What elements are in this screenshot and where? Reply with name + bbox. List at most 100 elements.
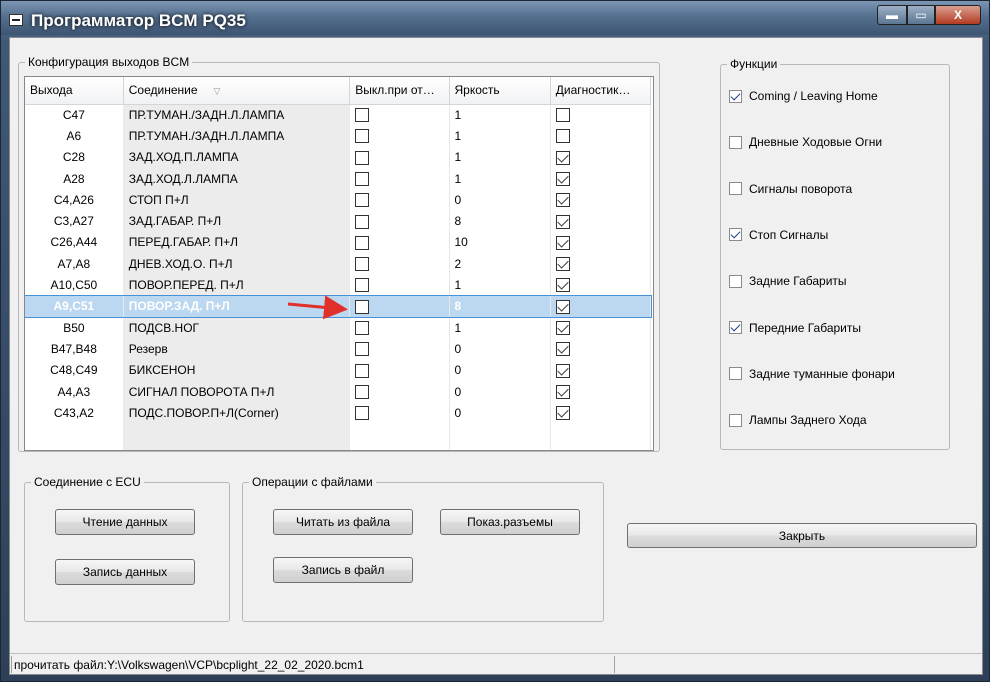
- cell-output[interactable]: A9,C51: [25, 295, 124, 317]
- cell-brightness[interactable]: 1: [449, 146, 551, 168]
- table-row[interactable]: C48,C49 БИКСЕНОН 0: [25, 359, 652, 381]
- cell-brightness[interactable]: 1: [449, 125, 551, 147]
- cell-connection[interactable]: ПР.ТУМАН./ЗАДН.Л.ЛАМПА: [123, 104, 351, 126]
- function-checkbox-item[interactable]: Стоп Сигналы: [729, 228, 828, 242]
- function-checkbox-item[interactable]: Задние Габариты: [729, 274, 847, 288]
- col-header-output[interactable]: Выхода: [25, 77, 124, 105]
- checkbox-checked[interactable]: [555, 150, 570, 165]
- checkbox[interactable]: [729, 182, 742, 196]
- table-row[interactable]: A6 ПР.ТУМАН./ЗАДН.Л.ЛАМПА 1: [25, 125, 652, 147]
- cell-output[interactable]: A28: [25, 167, 124, 190]
- cell-output[interactable]: B50: [25, 316, 124, 339]
- checkbox-checked[interactable]: [729, 228, 742, 242]
- checkbox-checked[interactable]: [555, 406, 570, 421]
- table-row[interactable]: A7,A8 ДНЕВ.ХОД.О. П+Л 2: [25, 253, 652, 275]
- checkbox[interactable]: [355, 342, 370, 357]
- outputs-table[interactable]: Выхода Соединение ▽ Выкл.при от… Яркость …: [24, 76, 654, 451]
- cell-output[interactable]: C48,C49: [25, 359, 124, 381]
- checkbox[interactable]: [555, 129, 570, 144]
- checkbox[interactable]: [355, 150, 370, 165]
- checkbox-checked[interactable]: [555, 321, 570, 336]
- checkbox[interactable]: [355, 363, 370, 378]
- checkbox-checked[interactable]: [555, 214, 570, 229]
- cell-brightness[interactable]: 1: [449, 167, 551, 190]
- col-header-off[interactable]: Выкл.при от…: [349, 77, 450, 105]
- cell-brightness[interactable]: 8: [449, 210, 551, 232]
- table-row[interactable]: A4,A3 СИГНАЛ ПОВОРОТА П+Л 0: [25, 380, 652, 403]
- cell-output[interactable]: B47,B48: [25, 338, 124, 360]
- function-checkbox-item[interactable]: Сигналы поворота: [729, 182, 852, 196]
- cell-brightness[interactable]: 2: [449, 253, 551, 275]
- col-header-diagnostics[interactable]: Диагностик…: [550, 77, 652, 105]
- cell-output[interactable]: A4,A3: [25, 380, 124, 403]
- cell-brightness[interactable]: 10: [449, 231, 551, 254]
- write-data-button[interactable]: Запись данных: [55, 559, 195, 585]
- checkbox[interactable]: [729, 413, 742, 427]
- checkbox-checked[interactable]: [555, 278, 570, 293]
- cell-connection[interactable]: ПОДС.ПОВОР.П+Л(Corner): [123, 402, 351, 424]
- table-row[interactable]: B47,B48 Резерв 0: [25, 338, 652, 360]
- title-bar[interactable]: Программатор BCM PQ35 ▬ ▭ X: [1, 1, 989, 35]
- checkbox[interactable]: [355, 129, 370, 144]
- cell-connection[interactable]: ЗАД.ХОД.Л.ЛАМПА: [123, 167, 351, 190]
- checkbox[interactable]: [355, 193, 370, 208]
- checkbox-checked[interactable]: [555, 193, 570, 208]
- cell-connection[interactable]: ЗАД.ГАБАР. П+Л: [123, 210, 351, 232]
- cell-output[interactable]: A6: [25, 125, 124, 147]
- cell-brightness[interactable]: 8: [449, 295, 551, 317]
- checkbox-checked[interactable]: [555, 257, 570, 272]
- table-row[interactable]: C4,A26 СТОП П+Л 0: [25, 189, 652, 211]
- close-window-button[interactable]: X: [935, 5, 981, 25]
- table-row[interactable]: C3,A27 ЗАД.ГАБАР. П+Л 8: [25, 210, 652, 232]
- cell-brightness[interactable]: 0: [449, 189, 551, 211]
- checkbox[interactable]: [555, 108, 570, 123]
- col-header-connection[interactable]: Соединение ▽: [123, 77, 351, 105]
- checkbox[interactable]: [355, 278, 370, 293]
- restore-button[interactable]: ▭: [907, 5, 935, 25]
- function-checkbox-item[interactable]: Coming / Leaving Home: [729, 89, 878, 103]
- cell-connection[interactable]: ПЕРЕД.ГАБАР. П+Л: [123, 231, 351, 254]
- function-checkbox-item[interactable]: Задние туманные фонари: [729, 367, 895, 381]
- minimize-button[interactable]: ▬: [877, 5, 907, 25]
- cell-output[interactable]: C43,A2: [25, 402, 124, 424]
- checkbox-checked[interactable]: [555, 171, 570, 186]
- checkbox[interactable]: [355, 299, 370, 314]
- cell-connection[interactable]: СИГНАЛ ПОВОРОТА П+Л: [123, 380, 351, 403]
- checkbox[interactable]: [355, 108, 370, 123]
- cell-output[interactable]: A7,A8: [25, 253, 124, 275]
- cell-brightness[interactable]: 0: [449, 402, 551, 424]
- function-checkbox-item[interactable]: Лампы Заднего Хода: [729, 413, 867, 427]
- cell-output[interactable]: C28: [25, 146, 124, 168]
- function-checkbox-item[interactable]: Дневные Ходовые Огни: [729, 135, 882, 149]
- checkbox[interactable]: [729, 367, 742, 381]
- system-menu-icon[interactable]: [9, 14, 23, 26]
- col-header-brightness[interactable]: Яркость: [449, 77, 551, 105]
- cell-connection[interactable]: СТОП П+Л: [123, 189, 351, 211]
- checkbox-checked[interactable]: [729, 321, 742, 334]
- cell-brightness[interactable]: 1: [449, 316, 551, 339]
- cell-connection[interactable]: Резерв: [123, 338, 351, 360]
- checkbox-checked[interactable]: [555, 299, 570, 314]
- cell-connection[interactable]: БИКСЕНОН: [123, 359, 351, 381]
- checkbox[interactable]: [355, 406, 370, 421]
- cell-connection[interactable]: ЗАД.ХОД.П.ЛАМПА: [123, 146, 351, 168]
- cell-output[interactable]: C4,A26: [25, 189, 124, 211]
- table-row[interactable]: C47 ПР.ТУМАН./ЗАДН.Л.ЛАМПА 1: [25, 104, 652, 126]
- read-data-button[interactable]: Чтение данных: [55, 509, 195, 535]
- table-row[interactable]: C26,A44 ПЕРЕД.ГАБАР. П+Л 10: [25, 231, 652, 254]
- checkbox-checked[interactable]: [555, 363, 570, 378]
- show-connectors-button[interactable]: Показ.разъемы: [440, 509, 580, 535]
- checkbox-checked[interactable]: [555, 384, 570, 399]
- table-row[interactable]: C43,A2 ПОДС.ПОВОР.П+Л(Corner) 0: [25, 402, 652, 424]
- cell-brightness[interactable]: 0: [449, 338, 551, 360]
- checkbox-checked[interactable]: [555, 342, 570, 357]
- checkbox[interactable]: [355, 321, 370, 336]
- checkbox[interactable]: [355, 214, 370, 229]
- cell-brightness[interactable]: 1: [449, 274, 551, 296]
- checkbox[interactable]: [355, 384, 370, 399]
- read-from-file-button[interactable]: Читать из файла: [273, 509, 413, 535]
- write-to-file-button[interactable]: Запись в файл: [273, 557, 413, 583]
- cell-output[interactable]: C47: [25, 104, 124, 126]
- checkbox[interactable]: [355, 235, 370, 250]
- cell-output[interactable]: C3,A27: [25, 210, 124, 232]
